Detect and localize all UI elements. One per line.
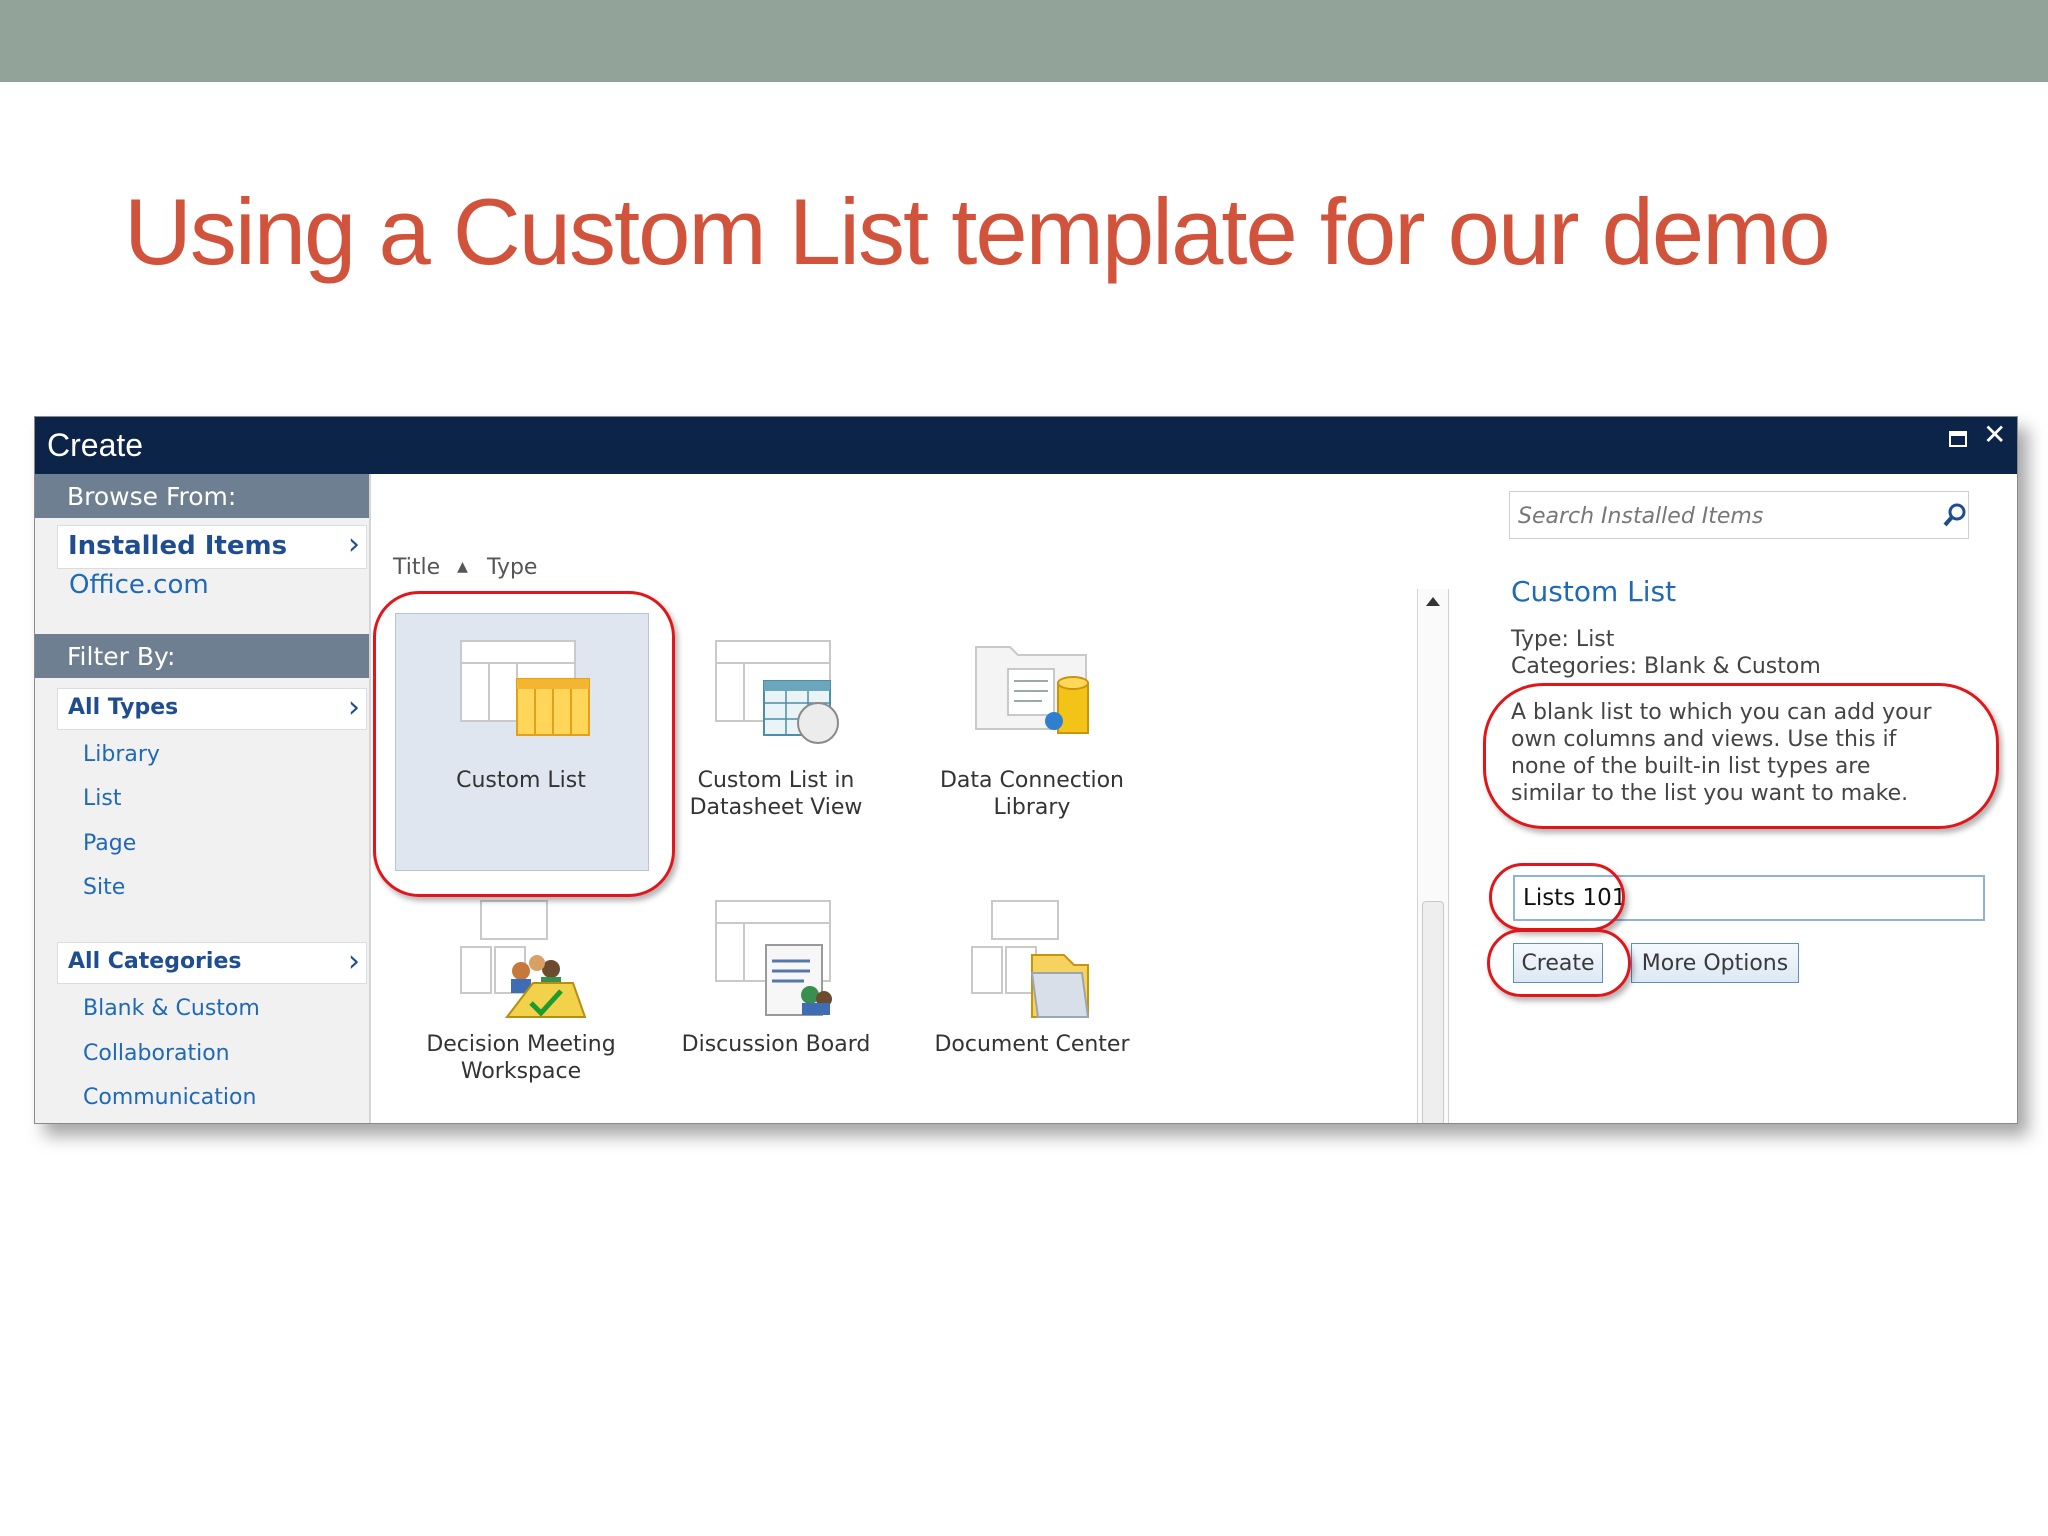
nav-item-blank-custom[interactable]: Blank & Custom: [83, 996, 260, 1021]
search-icon[interactable]: [1942, 502, 1968, 528]
scroll-thumb[interactable]: [1422, 901, 1444, 1123]
more-options-button[interactable]: More Options: [1631, 943, 1799, 983]
template-tile-document-center[interactable]: Document Center: [910, 899, 1154, 1058]
tile-label-line2: Library: [993, 795, 1071, 820]
nav-item-label: Installed Items: [68, 531, 288, 561]
tile-label: Discussion Board: [681, 1032, 871, 1057]
tile-label-line2: Workspace: [460, 1059, 582, 1084]
nav-item-label: All Types: [68, 695, 179, 720]
nav-item-communication[interactable]: Communication: [83, 1085, 256, 1110]
chevron-right-icon: ›: [348, 690, 360, 725]
template-tile-custom-list-datasheet[interactable]: Custom List in Datasheet View: [654, 639, 898, 821]
dialog-title: Create: [47, 427, 144, 463]
template-tile-decision-meeting-workspace[interactable]: Decision Meeting Workspace: [399, 899, 643, 1085]
discussion-board-icon: [715, 900, 832, 1016]
left-navigation: Browse From: Installed Items › Office.co…: [35, 474, 371, 1123]
highlight-circle-description: [1483, 683, 1999, 829]
sort-by-type[interactable]: Type: [487, 555, 538, 580]
close-icon[interactable]: ✕: [1983, 421, 2006, 449]
tile-label-line1: Decision Meeting: [426, 1032, 616, 1057]
nav-item-all-categories[interactable]: All Categories ›: [57, 942, 367, 984]
nav-item-collaboration[interactable]: Collaboration: [83, 1041, 230, 1066]
slide-title: Using a Custom List template for our dem…: [124, 179, 1831, 284]
document-center-icon: [971, 900, 1090, 1018]
sort-by-title[interactable]: Title: [393, 555, 440, 580]
dialog-titlebar: Create ✕: [35, 417, 2017, 474]
tile-label-line1: Data Connection: [939, 768, 1124, 793]
tiles-scrollbar[interactable]: [1417, 589, 1449, 1123]
template-type: Type: List: [1511, 627, 1615, 652]
nav-item-label: All Categories: [68, 949, 242, 974]
decision-meeting-workspace-icon: [460, 900, 587, 1018]
nav-item-library[interactable]: Library: [83, 742, 160, 767]
nav-item-page[interactable]: Page: [83, 831, 136, 856]
nav-item-list[interactable]: List: [83, 786, 121, 811]
filter-by-heading: Filter By:: [35, 634, 369, 678]
highlight-circle-name: [1489, 863, 1625, 931]
highlight-circle-create: [1487, 929, 1631, 997]
nav-item-site[interactable]: Site: [83, 875, 125, 900]
slide-top-bar: [0, 0, 2048, 82]
sort-header: Title ▲ Type: [393, 555, 537, 580]
create-dialog: Create ✕ Browse From: Installed Items › …: [34, 416, 2018, 1124]
tile-label-line1: Custom List in: [697, 768, 855, 793]
chevron-right-icon: ›: [348, 527, 360, 562]
nav-item-all-types[interactable]: All Types ›: [57, 688, 367, 730]
tile-label: Document Center: [934, 1032, 1130, 1057]
scroll-up-arrow-icon[interactable]: [1426, 597, 1440, 606]
template-categories: Categories: Blank & Custom: [1511, 654, 1821, 679]
chevron-right-icon: ›: [348, 944, 360, 979]
highlight-circle-custom-list: [373, 591, 675, 897]
sort-ascending-icon: ▲: [457, 559, 468, 575]
maximize-icon[interactable]: [1949, 431, 1967, 447]
selected-template-title: Custom List: [1511, 575, 1677, 608]
data-connection-library-icon: [975, 646, 1089, 734]
template-tile-discussion-board[interactable]: Discussion Board: [654, 899, 898, 1058]
search-input[interactable]: [1516, 500, 1940, 532]
nav-item-office-com[interactable]: Office.com: [69, 570, 209, 600]
tile-label-line2: Datasheet View: [689, 795, 863, 820]
browse-from-heading: Browse From:: [35, 474, 369, 518]
search-box[interactable]: [1509, 491, 1969, 539]
datasheet-list-icon: [715, 640, 839, 744]
nav-item-installed-items[interactable]: Installed Items ›: [57, 525, 367, 569]
template-tile-data-connection-library[interactable]: Data Connection Library: [910, 639, 1154, 821]
